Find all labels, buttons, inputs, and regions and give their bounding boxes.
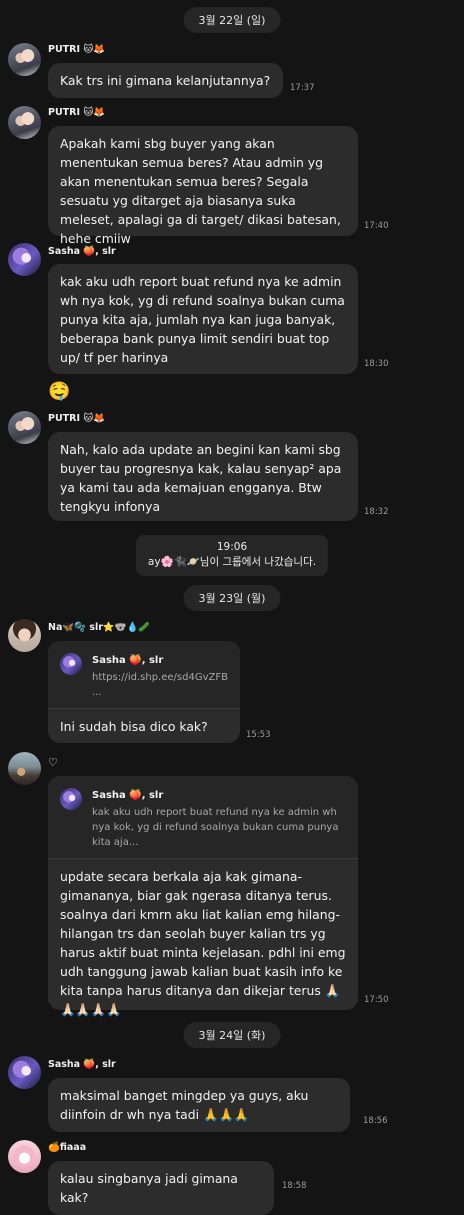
message-bubble[interactable]: Nah, kalo ada update an begini kan kami … [48, 432, 358, 521]
message-time: 17:37 [290, 83, 315, 93]
message-bubble[interactable]: kak aku udh report buat refund nya ke ad… [48, 264, 358, 374]
message-time: 18:32 [364, 507, 389, 517]
message-bubble[interactable]: Sasha 🍑, slr kak aku udh report buat ref… [48, 776, 358, 1017]
sender-name[interactable]: Sasha 🍑, slr [48, 246, 116, 257]
avatar[interactable] [8, 243, 41, 276]
avatar[interactable] [8, 43, 41, 76]
message-text: update secara berkala aja kak gimana-gim… [60, 869, 346, 1017]
message-text: maksimal banget mingdep ya guys, aku dii… [60, 1088, 309, 1122]
message-time: 17:50 [364, 995, 389, 1005]
message-time: 17:40 [364, 221, 389, 231]
system-message: 19:06 ay🌸🐈‍⬛🪐님이 그룹에서 나갔습니다. [135, 535, 329, 576]
date-separator: 3월 22일 (일) [183, 7, 281, 33]
reply-preview[interactable]: Sasha 🍑, slr kak aku udh report buat ref… [48, 776, 358, 859]
sender-name[interactable]: 🍊fiaaa [48, 1142, 86, 1153]
reply-preview[interactable]: Sasha 🍑, slr https://id.shp.ee/sd4GvZFB … [48, 641, 240, 709]
avatar[interactable] [8, 1140, 41, 1173]
message-time: 15:53 [246, 730, 271, 740]
message-time: 18:30 [364, 359, 389, 369]
date-separator: 3월 23일 (월) [183, 585, 281, 611]
sender-name[interactable]: PUTRI 🐱🦊 [48, 107, 105, 118]
message-bubble[interactable]: maksimal banget mingdep ya guys, aku dii… [48, 1078, 350, 1132]
reply-avatar [60, 653, 82, 675]
message-text: Apakah kami sbg buyer yang akan menentuk… [60, 136, 341, 246]
sender-name[interactable]: PUTRI 🐱🦊 [48, 44, 105, 55]
message-bubble[interactable]: Kak trs ini gimana kelanjutannya? [48, 63, 283, 98]
message-time: 18:56 [363, 1116, 388, 1126]
avatar[interactable] [8, 106, 41, 139]
reply-sender: Sasha 🍑, slr [92, 655, 164, 666]
message-bubble[interactable]: kalau singbanya jadi gimana kak? [48, 1161, 274, 1215]
message-text: Ini sudah bisa dico kak? [60, 719, 208, 734]
reply-text: https://id.shp.ee/sd4GvZFB ... [92, 672, 228, 698]
message-time: 18:58 [282, 1181, 307, 1191]
message-text: Kak trs ini gimana kelanjutannya? [60, 73, 271, 88]
avatar[interactable] [8, 752, 41, 785]
avatar[interactable] [8, 1056, 41, 1089]
reply-sender: Sasha 🍑, slr [92, 790, 164, 801]
message-bubble[interactable]: Sasha 🍑, slr https://id.shp.ee/sd4GvZFB … [48, 641, 240, 743]
sender-name[interactable]: Na🦋🫧 slr⭐🐨💧🥒 [48, 622, 150, 633]
sender-name[interactable]: ♡ [48, 756, 58, 769]
system-time: 19:06 [216, 541, 248, 553]
message-text: Nah, kalo ada update an begini kan kami … [60, 442, 342, 514]
avatar[interactable] [8, 619, 41, 652]
reply-avatar [60, 788, 82, 810]
message-bubble[interactable]: Apakah kami sbg buyer yang akan menentuk… [48, 126, 358, 246]
date-separator: 3월 24일 (화) [183, 1022, 281, 1048]
system-text: ay🌸🐈‍⬛🪐님이 그룹에서 나갔습니다. [147, 556, 317, 568]
sender-name[interactable]: PUTRI 🐱🦊 [48, 413, 105, 424]
reply-text: kak aku udh report buat refund nya ke ad… [92, 807, 339, 848]
sender-name[interactable]: Sasha 🍑, slr [48, 1059, 116, 1070]
avatar[interactable] [8, 411, 41, 444]
message-text: kak aku udh report buat refund nya ke ad… [60, 274, 345, 365]
emoji-sticker[interactable]: 🤤 [48, 381, 70, 402]
